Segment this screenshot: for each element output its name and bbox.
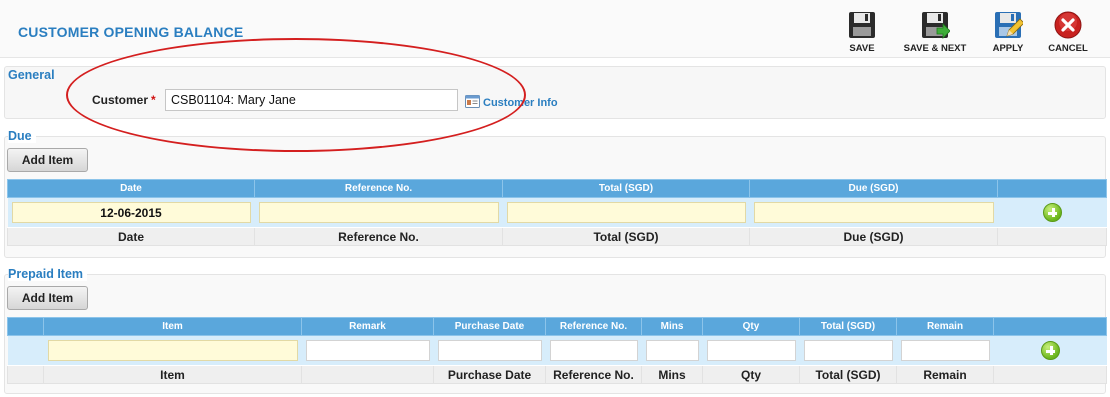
prepaid-total-input[interactable] <box>803 340 893 361</box>
prepaid-table: Item Remark Purchase Date Reference No. … <box>7 317 1107 384</box>
column-header <box>993 317 1107 336</box>
due-add-item-button[interactable]: Add Item <box>7 148 88 172</box>
footer-cell: Total (SGD) <box>799 365 897 384</box>
page-title: CUSTOMER OPENING BALANCE <box>18 24 244 40</box>
save-and-next-button[interactable]: SAVE & NEXT <box>898 10 972 56</box>
column-header: Mins <box>641 317 703 336</box>
column-header: Reference No. <box>254 179 503 198</box>
customer-input[interactable] <box>165 89 458 111</box>
column-header <box>997 179 1107 198</box>
prepaid-purchase-date-input[interactable] <box>437 340 542 361</box>
column-header: Total (SGD) <box>799 317 897 336</box>
column-header <box>7 317 44 336</box>
due-reference-input[interactable] <box>258 202 499 223</box>
footer-cell: Due (SGD) <box>749 227 998 246</box>
prepaid-table-footer: Item Purchase Date Reference No. Mins Qt… <box>7 365 1107 384</box>
customer-info-link[interactable]: Customer Info <box>465 95 558 109</box>
footer-cell <box>993 365 1107 384</box>
column-header: Total (SGD) <box>502 179 750 198</box>
floppy-disk-pencil-icon <box>995 12 1023 38</box>
cancel-button[interactable]: CANCEL <box>1044 10 1092 56</box>
footer-cell <box>301 365 434 384</box>
footer-cell: Qty <box>702 365 800 384</box>
footer-cell: Item <box>43 365 302 384</box>
due-input-row <box>7 197 1107 228</box>
cancel-x-icon <box>1054 11 1082 39</box>
general-section-title: General <box>8 68 55 82</box>
prepaid-qty-input[interactable] <box>706 340 796 361</box>
footer-cell: Purchase Date <box>433 365 546 384</box>
column-header: Remark <box>301 317 434 336</box>
apply-button[interactable]: APPLY <box>984 10 1032 56</box>
add-row-plus-icon[interactable] <box>1042 203 1062 222</box>
due-date-input[interactable] <box>11 202 251 223</box>
due-amount-input[interactable] <box>753 202 994 223</box>
due-table-header: Date Reference No. Total (SGD) Due (SGD) <box>7 179 1107 198</box>
prepaid-add-item-button[interactable]: Add Item <box>7 286 88 310</box>
footer-cell: Date <box>7 227 255 246</box>
floppy-disk-icon <box>849 12 875 38</box>
required-marker: * <box>151 93 156 107</box>
prepaid-table-header: Item Remark Purchase Date Reference No. … <box>7 317 1107 336</box>
due-table-footer: Date Reference No. Total (SGD) Due (SGD) <box>7 227 1107 246</box>
due-total-input[interactable] <box>506 202 746 223</box>
due-section-title: Due <box>8 129 36 143</box>
save-label: SAVE <box>849 43 875 54</box>
column-header: Item <box>43 317 302 336</box>
due-table: Date Reference No. Total (SGD) Due (SGD)… <box>7 179 1107 246</box>
save-button[interactable]: SAVE <box>838 10 886 56</box>
save-and-next-label: SAVE & NEXT <box>903 43 967 54</box>
prepaid-remark-input[interactable] <box>305 340 430 361</box>
page-header: CUSTOMER OPENING BALANCE SAVE SAVE & NEX… <box>0 0 1110 58</box>
column-header: Reference No. <box>545 317 642 336</box>
footer-cell: Reference No. <box>545 365 642 384</box>
footer-cell <box>997 227 1107 246</box>
prepaid-remain-input[interactable] <box>900 340 990 361</box>
customer-card-icon <box>465 95 480 108</box>
footer-cell: Reference No. <box>254 227 503 246</box>
column-header: Remain <box>896 317 994 336</box>
column-header: Purchase Date <box>433 317 546 336</box>
apply-label: APPLY <box>992 43 1024 54</box>
column-header: Date <box>7 179 255 198</box>
footer-cell: Remain <box>896 365 994 384</box>
prepaid-item-input[interactable] <box>47 340 298 361</box>
footer-cell <box>7 365 44 384</box>
customer-field-label: Customer * <box>92 93 156 107</box>
footer-cell: Total (SGD) <box>502 227 750 246</box>
column-header: Due (SGD) <box>749 179 998 198</box>
prepaid-mins-input[interactable] <box>645 340 699 361</box>
prepaid-section-title: Prepaid Item <box>8 267 88 281</box>
cancel-label: CANCEL <box>1048 43 1088 54</box>
prepaid-input-row <box>7 335 1107 366</box>
column-header: Qty <box>702 317 800 336</box>
add-row-plus-icon[interactable] <box>1040 341 1060 360</box>
footer-cell: Mins <box>641 365 703 384</box>
floppy-disk-arrow-icon <box>922 12 950 39</box>
prepaid-reference-input[interactable] <box>549 340 638 361</box>
